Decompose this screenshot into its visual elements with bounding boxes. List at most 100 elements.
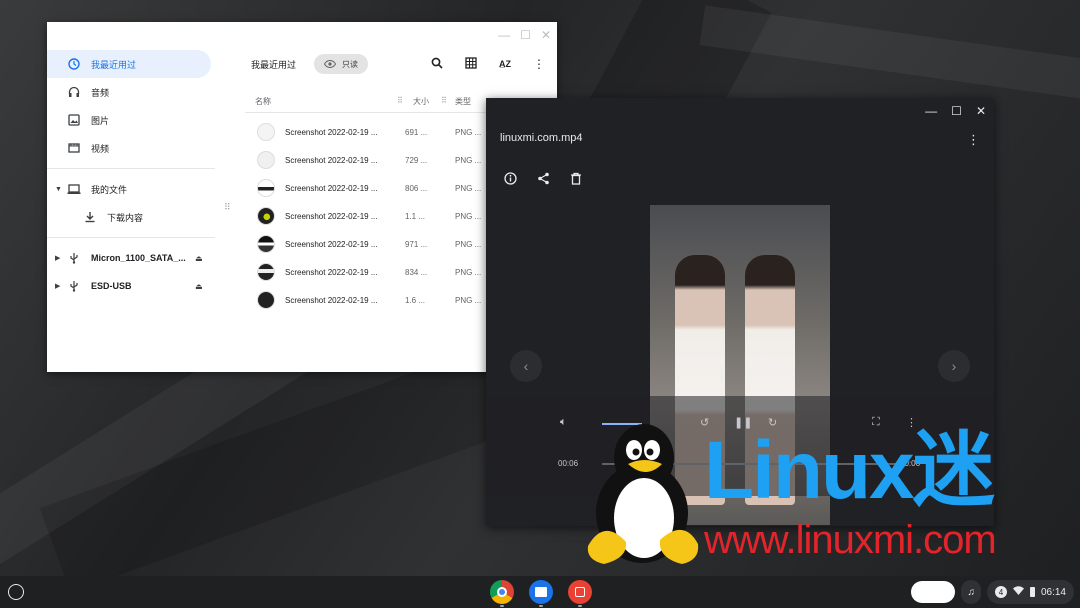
sidebar-item-audio[interactable]: 音频 [47, 78, 217, 106]
file-type: PNG ... [455, 183, 482, 193]
file-thumbnail [257, 151, 275, 169]
file-thumbnail [257, 123, 275, 141]
sidebar-item-label: 音频 [91, 87, 110, 98]
delete-icon[interactable] [570, 172, 582, 190]
maximize-button[interactable]: ☐ [520, 28, 531, 42]
next-button[interactable]: › [938, 350, 970, 382]
file-name: Screenshot 2022-02-19 ... [285, 239, 378, 249]
files-app-icon[interactable] [529, 580, 553, 607]
video-icon [67, 141, 81, 155]
status-tray: ♫ 4 06:14 [911, 580, 1074, 604]
media-toolbar [504, 172, 582, 190]
current-location-title: 我最近用过 [251, 59, 297, 70]
file-size: 1.6 ... [405, 295, 426, 305]
close-button[interactable]: ✕ [976, 104, 986, 118]
eye-icon [324, 60, 337, 68]
battery-icon [1029, 587, 1035, 597]
file-type: PNG ... [455, 295, 482, 305]
file-name: Screenshot 2022-02-19 ... [285, 267, 378, 277]
sidebar-resize-handle[interactable]: ⠿ [224, 202, 231, 213]
column-name[interactable]: 名称 [255, 96, 271, 107]
usb-icon [67, 251, 81, 265]
usb-icon [67, 279, 81, 293]
watermark-url: www.linuxmi.com [704, 518, 997, 562]
divider [47, 168, 215, 169]
sidebar-item-label: 视频 [91, 143, 110, 154]
share-icon[interactable] [537, 172, 550, 190]
watermark-brand: Linux迷 [704, 425, 995, 516]
files-toolbar: 我最近用过 只读 A̲Z ⋮ [245, 50, 557, 78]
notification-count-badge: 4 [994, 586, 1007, 598]
media-app-icon[interactable] [568, 580, 592, 607]
sidebar-item-label: 图片 [91, 115, 110, 126]
file-size: 729 ... [405, 155, 428, 165]
column-type[interactable]: 类型 [455, 96, 471, 107]
sidebar-item-images[interactable]: 图片 [47, 106, 217, 134]
file-type: PNG ... [455, 211, 482, 221]
divider [47, 237, 215, 238]
file-type: PNG ... [455, 239, 482, 249]
sidebar-item-label: 我最近用过 [91, 59, 137, 70]
sidebar-item-my-files[interactable]: ▼ 我的文件 [47, 175, 217, 203]
media-controls-button[interactable]: ♫ [961, 580, 981, 604]
expand-arrow-icon[interactable]: ▶ [55, 282, 60, 290]
media-title: linuxmi.com.mp4 [500, 132, 583, 144]
volume-icon[interactable]: 🔈︎ [560, 416, 567, 429]
expand-arrow-icon[interactable]: ▼ [55, 186, 62, 193]
launcher-button[interactable] [8, 584, 24, 600]
file-name: Screenshot 2022-02-19 ... [285, 183, 378, 193]
close-button[interactable]: ✕ [541, 28, 551, 42]
sort-az-icon[interactable]: A̲Z [499, 59, 511, 69]
system-tray-button[interactable]: 4 06:14 [986, 580, 1074, 604]
expand-arrow-icon[interactable]: ▶ [55, 254, 60, 262]
column-resize-handle[interactable]: ⠿ [397, 96, 403, 105]
readonly-badge: 只读 [314, 54, 369, 74]
files-window: — ☐ ✕ 我最近用过 音频 图片 视频 ▼ 我的文件 下载内容 ▶ Micro… [47, 22, 557, 372]
sidebar-item-label: 下载内容 [107, 212, 144, 223]
file-size: 806 ... [405, 183, 428, 193]
file-type: PNG ... [455, 155, 482, 165]
pinned-apps [490, 580, 592, 607]
file-name: Screenshot 2022-02-19 ... [285, 211, 378, 221]
eject-icon[interactable]: ⏏ [195, 254, 203, 263]
minimize-button[interactable]: — [925, 104, 937, 118]
sidebar-item-drive-esd-usb[interactable]: ▶ ESD-USB ⏏ [47, 272, 217, 300]
search-icon[interactable] [431, 57, 443, 71]
maximize-button[interactable]: ☐ [951, 104, 962, 118]
grid-view-icon[interactable] [465, 57, 477, 71]
sidebar-item-recent[interactable]: 我最近用过 [47, 50, 211, 78]
image-icon [67, 113, 81, 127]
file-type: PNG ... [455, 267, 482, 277]
eject-icon[interactable]: ⏏ [195, 282, 203, 291]
file-size: 691 ... [405, 127, 428, 137]
info-icon[interactable] [504, 172, 517, 190]
column-resize-handle[interactable]: ⠿ [441, 96, 447, 105]
file-size: 1.1 ... [405, 211, 426, 221]
chrome-icon[interactable] [490, 580, 514, 607]
file-thumbnail [257, 263, 275, 281]
more-menu-icon[interactable]: ⋮ [967, 132, 980, 148]
laptop-icon [67, 182, 81, 196]
file-thumbnail [257, 179, 275, 197]
time-current: 00:06 [558, 459, 579, 468]
headphones-icon [67, 85, 81, 99]
file-thumbnail [257, 207, 275, 225]
file-name: Screenshot 2022-02-19 ... [285, 127, 378, 137]
download-icon [83, 210, 97, 224]
sidebar-item-videos[interactable]: 视频 [47, 134, 217, 162]
clock: 06:14 [1040, 586, 1066, 598]
file-name: Screenshot 2022-02-19 ... [285, 295, 378, 305]
sidebar-item-downloads[interactable]: 下载内容 [47, 203, 217, 231]
shelf: ♫ 4 06:14 [0, 576, 1080, 608]
window-controls: — ☐ ✕ [925, 104, 986, 118]
more-menu-icon[interactable]: ⋮ [533, 57, 545, 71]
file-thumbnail [257, 291, 275, 309]
clock-icon [67, 57, 81, 71]
column-size[interactable]: 大小 [413, 96, 429, 107]
previous-button[interactable]: ‹ [510, 350, 542, 382]
window-controls: — ☐ ✕ [498, 28, 551, 42]
tux-logo [584, 418, 702, 566]
phone-hub-icon[interactable] [911, 581, 956, 603]
minimize-button[interactable]: — [498, 28, 510, 42]
sidebar-item-drive-micron[interactable]: ▶ Micron_1100_SATA_... ⏏ [47, 244, 217, 272]
